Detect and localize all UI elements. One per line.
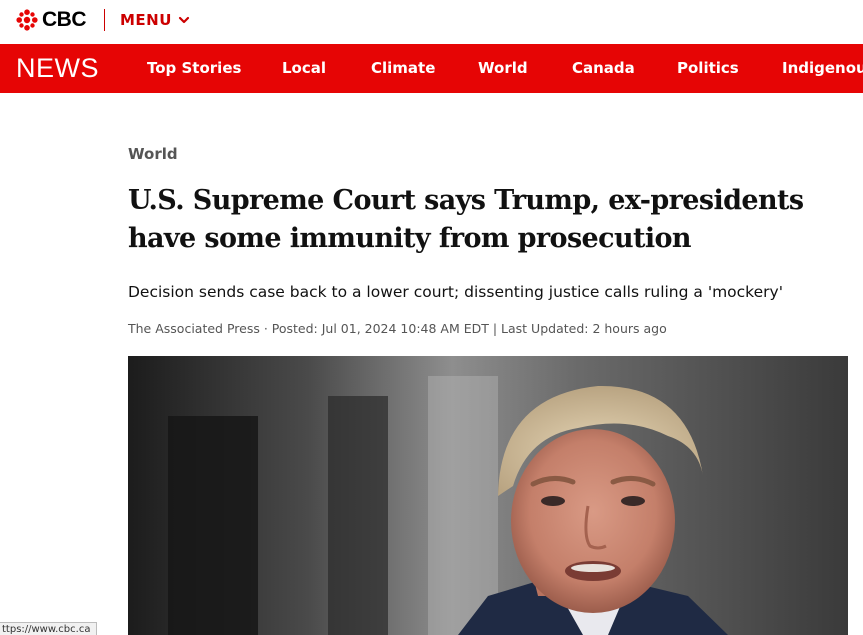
news-section-title[interactable]: NEWS	[16, 53, 99, 84]
nav-item-local[interactable]: Local	[282, 59, 326, 77]
menu-label: MENU	[120, 11, 172, 29]
logo-text: CBC	[42, 8, 87, 31]
brand-divider	[104, 9, 105, 31]
article-hero-image[interactable]	[128, 356, 848, 635]
article-byline: The Associated Press · Posted: Jul 01, 2…	[128, 321, 667, 336]
article-dek: Decision sends case back to a lower cour…	[128, 283, 783, 301]
nav-item-indigenous[interactable]: Indigenous	[782, 59, 863, 77]
article-section-link[interactable]: World	[128, 145, 178, 163]
nav-item-politics[interactable]: Politics	[677, 59, 739, 77]
nav-item-top-stories[interactable]: Top Stories	[147, 59, 241, 77]
brand-bar: CBC MENU	[0, 0, 863, 44]
cbc-gem-icon	[16, 9, 38, 31]
cbc-logo[interactable]: CBC	[16, 8, 87, 32]
nav-item-canada[interactable]: Canada	[572, 59, 635, 77]
news-nav-bar: NEWS Top Stories Local Climate World Can…	[0, 44, 863, 93]
status-bar-url: ttps://www.cbc.ca	[0, 622, 98, 635]
nav-item-climate[interactable]: Climate	[371, 59, 435, 77]
nav-item-world[interactable]: World	[478, 59, 528, 77]
portrait-photo	[128, 356, 848, 635]
chevron-down-icon	[178, 16, 190, 24]
menu-button[interactable]: MENU	[120, 11, 190, 29]
article-headline: U.S. Supreme Court says Trump, ex-presid…	[128, 185, 804, 254]
